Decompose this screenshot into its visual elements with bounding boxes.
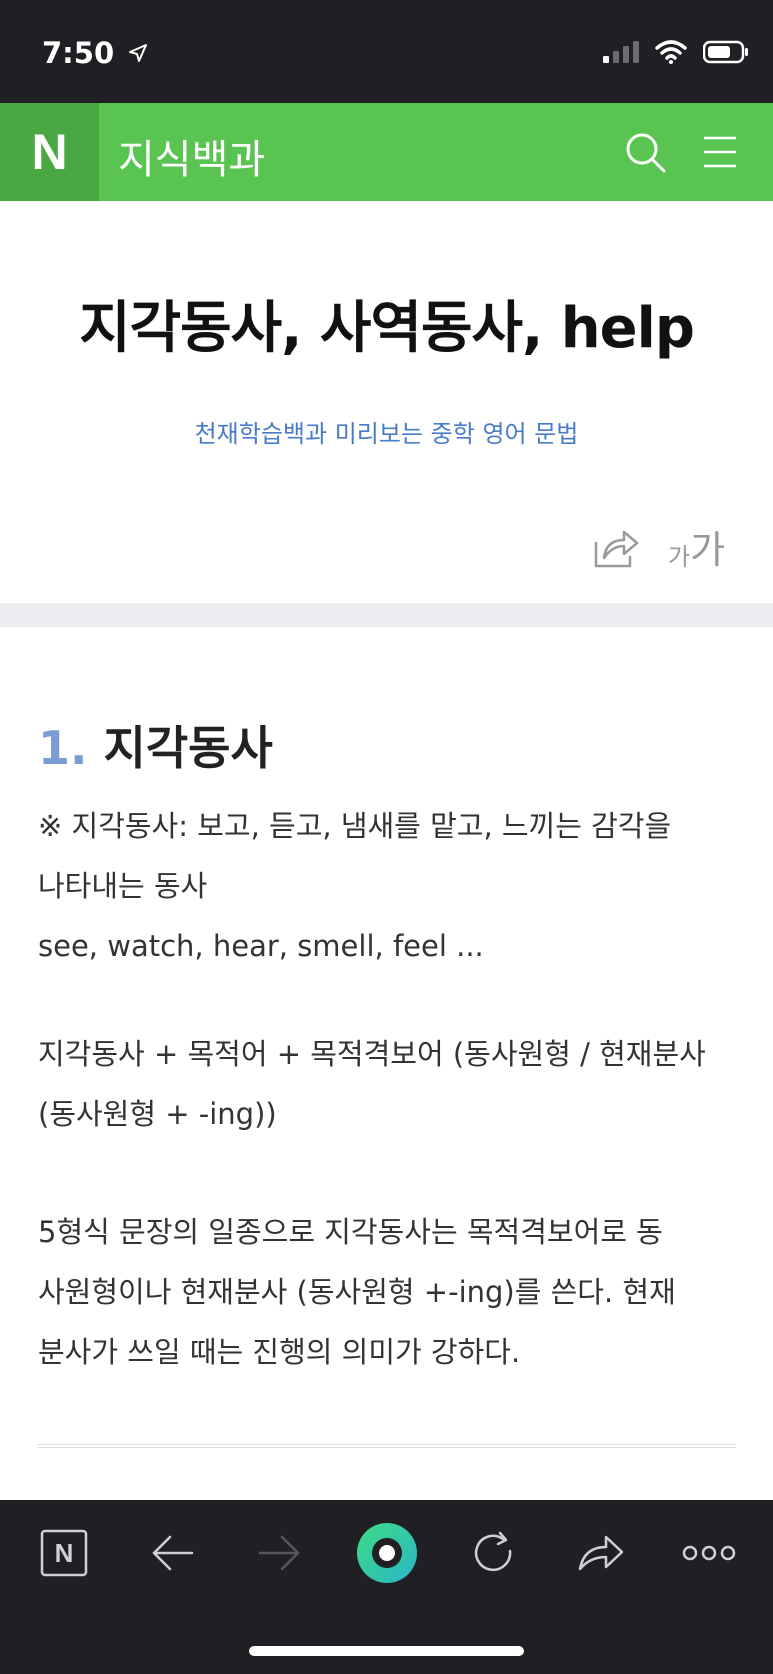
app-title[interactable]: 지식백과 <box>118 127 265 185</box>
wifi-icon <box>655 40 687 64</box>
paragraph-formula: 지각동사 + 목적어 + 목적격보어 (동사원형 / 현재분사 (동사원형 + … <box>38 1024 738 1144</box>
status-bar: 7:50 <box>0 0 773 103</box>
reload-icon <box>474 1531 512 1572</box>
status-time-text: 7:50 <box>42 36 115 70</box>
paragraph-line: ※ 지각동사: 보고, 듣고, 냄새를 맡고, 느끼는 감각을 <box>38 809 672 843</box>
menu-icon <box>704 136 736 168</box>
font-size-small-label: 가 <box>668 543 691 571</box>
menu-button[interactable] <box>702 133 738 171</box>
paragraph-line: 나타내는 동사 <box>38 869 208 903</box>
search-icon <box>626 133 666 173</box>
more-icon <box>682 1545 736 1561</box>
naver-logo-button[interactable]: N <box>0 103 99 201</box>
status-time: 7:50 <box>42 36 148 70</box>
battery-icon <box>703 40 748 64</box>
paragraph-line: see, watch, hear, smell, feel ... <box>38 929 484 963</box>
home-button[interactable]: N <box>40 1526 88 1580</box>
paragraph-line: 분사가 쓰일 때는 진행의 의미가 강하다. <box>38 1335 521 1369</box>
green-dot-icon <box>357 1523 417 1583</box>
location-arrow-icon <box>129 44 148 62</box>
section-divider <box>0 603 773 627</box>
status-indicators <box>603 40 749 64</box>
paragraph-line: 사원형이나 현재분사 (동사원형 +-ing)를 쓴다. 현재 <box>38 1275 676 1309</box>
section-heading-text: 지각동사 <box>103 721 273 775</box>
content-rule <box>38 1444 736 1448</box>
green-dot-button[interactable] <box>356 1522 418 1584</box>
section-heading: 1. 지각동사 <box>38 712 273 778</box>
more-button[interactable] <box>682 1526 736 1580</box>
section-number: 1. <box>38 721 88 775</box>
home-indicator[interactable] <box>249 1646 524 1656</box>
search-button[interactable] <box>624 131 668 175</box>
forward-button[interactable] <box>258 1526 302 1580</box>
paragraph-line: 5형식 문장의 일종으로 지각동사는 목적격보어로 동 <box>38 1215 663 1249</box>
reload-button[interactable] <box>470 1526 518 1580</box>
logo-letter: N <box>31 124 68 180</box>
share-button[interactable] <box>592 526 640 570</box>
signal-icon <box>603 41 639 63</box>
app-header: N 지식백과 <box>0 103 773 201</box>
paragraph-line: 지각동사 + 목적어 + 목적격보어 (동사원형 / 현재분사 <box>38 1037 706 1071</box>
paragraph-definition: ※ 지각동사: 보고, 듣고, 냄새를 맡고, 느끼는 감각을 나타내는 동사 … <box>38 796 738 976</box>
back-button[interactable] <box>150 1526 194 1580</box>
forward-arrow-icon <box>258 1535 300 1571</box>
source-link[interactable]: 천재학습백과 미리보는 중학 영어 문법 <box>0 414 773 449</box>
share-icon <box>594 530 639 568</box>
browser-toolbar: N <box>0 1500 773 1674</box>
home-button-label: N <box>55 1538 74 1568</box>
toolbar-share-button[interactable] <box>576 1526 626 1580</box>
article-title: 지각동사, 사역동사, help <box>79 296 695 361</box>
back-arrow-icon <box>152 1535 194 1571</box>
paragraph-line: (동사원형 + -ing)) <box>38 1097 277 1131</box>
paragraph-explanation: 5형식 문장의 일종으로 지각동사는 목적격보어로 동 사원형이나 현재분사 (… <box>38 1202 738 1382</box>
share-arrow-icon <box>578 1535 624 1571</box>
naver-home-icon: N <box>40 1529 88 1577</box>
font-size-large-label: 가 <box>690 528 726 572</box>
font-size-button[interactable]: 가 가 <box>668 522 725 572</box>
